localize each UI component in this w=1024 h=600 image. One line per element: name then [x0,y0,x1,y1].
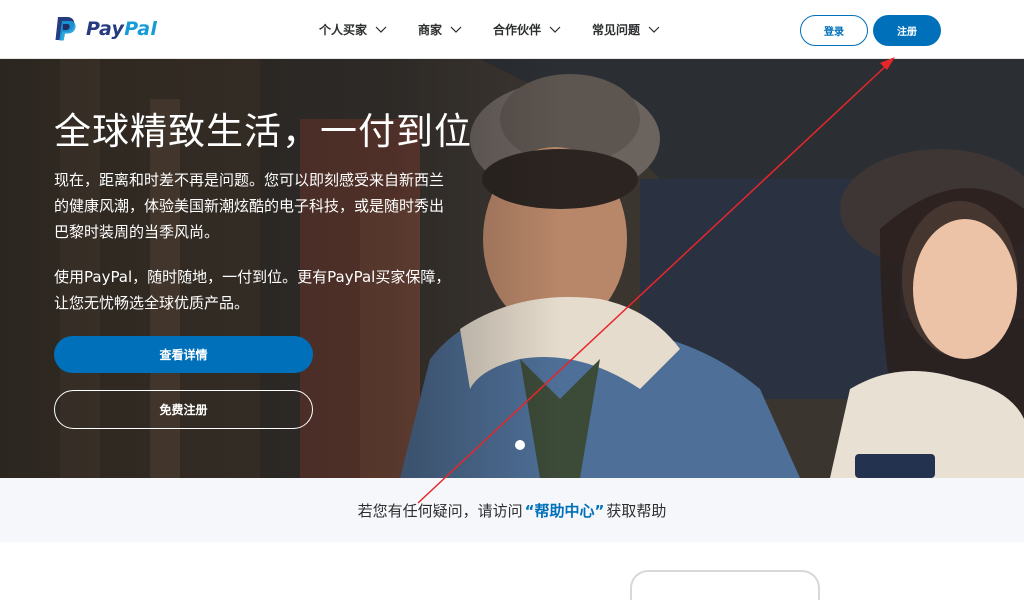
hero-banner: 全球精致生活，一付到位 现在，距离和时差不再是问题。您可以即刻感受来自新西兰的健… [0,59,1024,478]
paypal-wordmark: PayPal [86,18,157,40]
site-header: PayPal 个人买家 商家 合作伙伴 常见问题 登录 注册 [0,0,1024,59]
logo-pal: Pal [124,18,158,40]
view-details-button[interactable]: 查看详情 [54,336,313,373]
help-center-link[interactable]: “帮助中心” [525,500,605,521]
help-suffix: 获取帮助 [606,501,667,520]
signup-button[interactable]: 注册 [873,15,941,46]
nav-personal[interactable]: 个人买家 [319,21,387,38]
bottom-section [0,542,1024,585]
device-illustration [630,570,820,600]
help-prefix: 若您有任何疑问，请访问 [357,501,523,520]
main-nav: 个人买家 商家 合作伙伴 常见问题 [319,0,691,59]
free-signup-button[interactable]: 免费注册 [54,390,313,429]
hero-paragraph-2: 使用PayPal，随时随地，一付到位。更有PayPal买家保障，让您无忧畅选全球… [54,268,451,312]
nav-business-label: 商家 [418,23,443,37]
nav-business[interactable]: 商家 [418,21,462,38]
nav-partners-label: 合作伙伴 [493,23,542,37]
paypal-logo[interactable]: PayPal [54,14,157,44]
logo-pay: Pay [86,18,125,40]
chevron-down-icon [450,26,462,33]
nav-faq-label: 常见问题 [592,23,641,37]
nav-personal-label: 个人买家 [319,23,368,37]
chevron-down-icon [648,26,660,33]
nav-partners[interactable]: 合作伙伴 [493,21,561,38]
paypal-logo-icon [55,17,76,41]
nav-faq[interactable]: 常见问题 [592,21,660,38]
help-strip: 若您有任何疑问，请访问 “帮助中心” 获取帮助 [0,478,1024,542]
chevron-down-icon [549,26,561,33]
hero-paragraph-1: 现在，距离和时差不再是问题。您可以即刻感受来自新西兰的健康风潮，体验美国新潮炫酷… [54,171,445,241]
carousel-dot[interactable] [515,440,525,450]
login-button[interactable]: 登录 [800,15,868,46]
chevron-down-icon [375,26,387,33]
hero-title: 全球精致生活，一付到位 [54,110,472,153]
